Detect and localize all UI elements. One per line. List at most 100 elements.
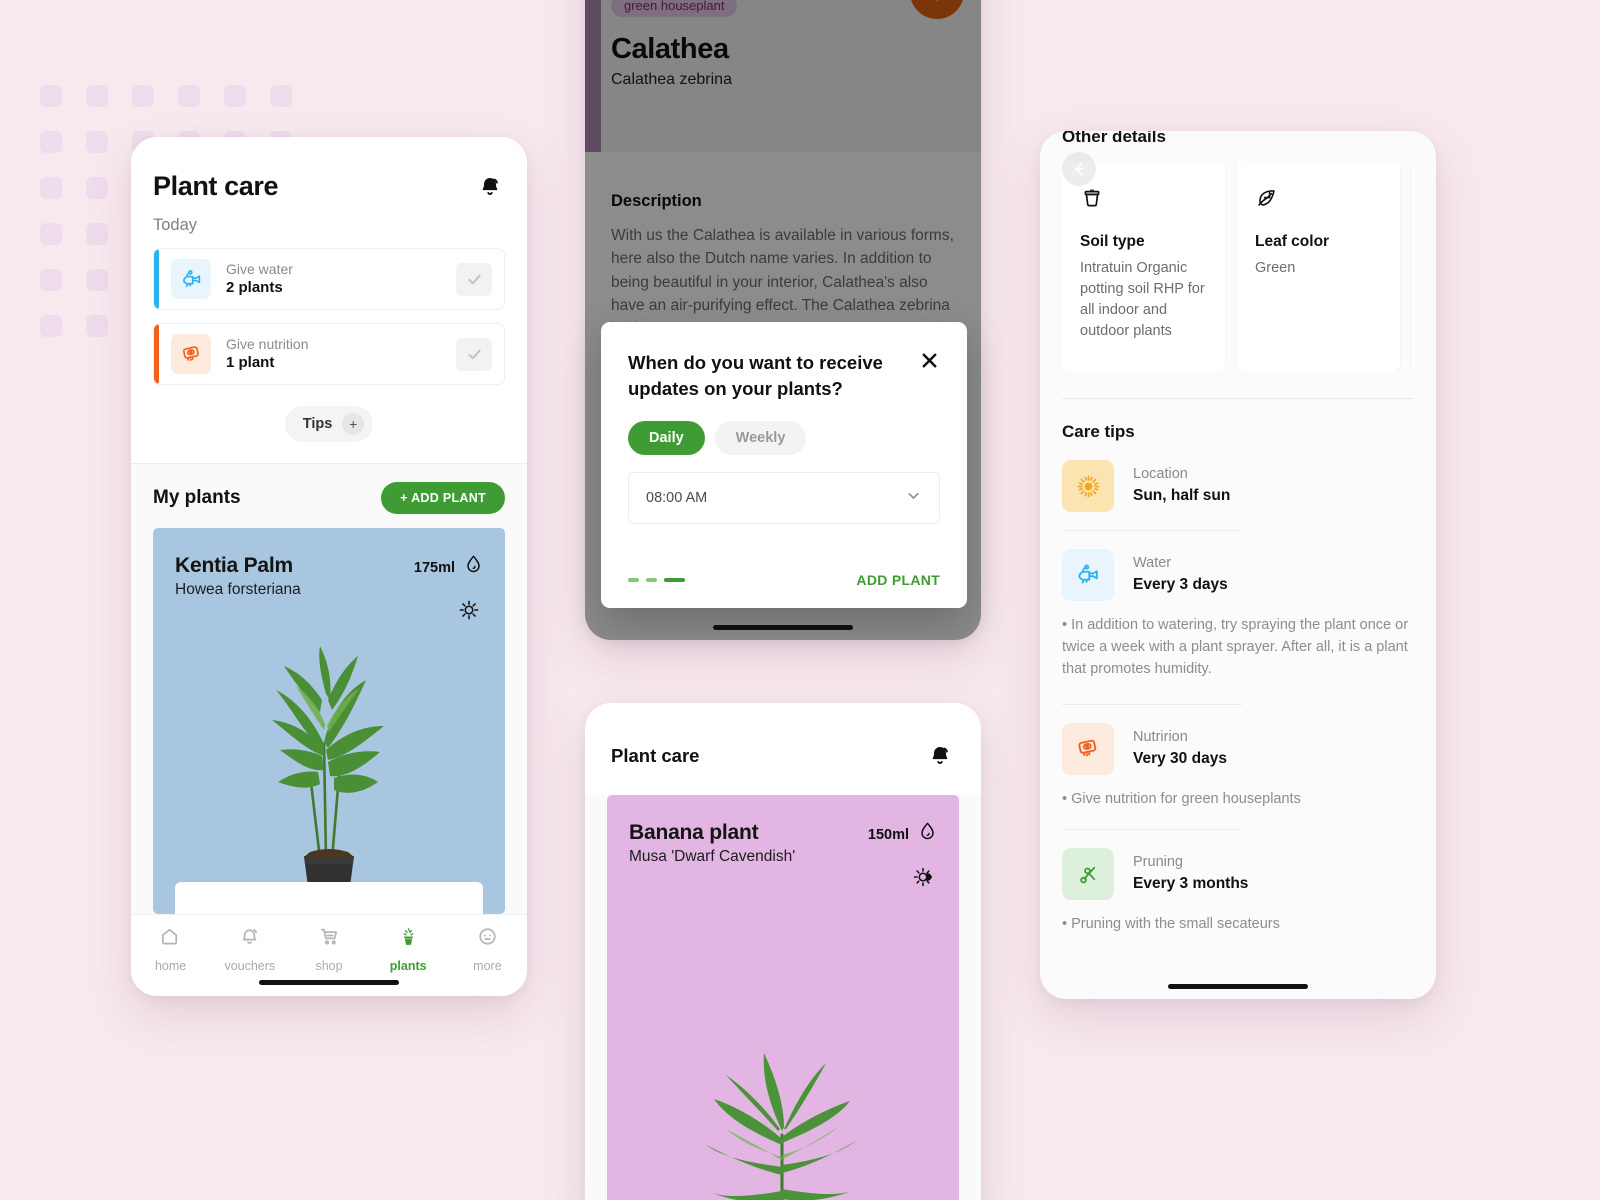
tab-label: plants	[389, 959, 427, 973]
care-tip-water[interactable]: Water Every 3 days	[1062, 549, 1414, 601]
phone-banana-screen: Plant care Banana plant Musa 'Dwarf Cave…	[585, 703, 981, 1200]
care-tip-label: Pruning	[1133, 854, 1183, 871]
other-details-card-row[interactable]: Soil type Intratuin Organic potting soil…	[1062, 161, 1414, 371]
care-tip-value: Sun, half sun	[1133, 486, 1231, 504]
divider	[1062, 829, 1242, 830]
phone-home-screen: Plant care Today Give water 2 plants Giv…	[131, 137, 527, 996]
sidebar-item-vouchers[interactable]: vouchers	[210, 925, 289, 973]
care-tip-location[interactable]: Location Sun, half sun	[1062, 460, 1414, 512]
care-tip-pruning[interactable]: Pruning Every 3 months	[1062, 848, 1414, 900]
detail-description-block: Description With us the Calathea is avai…	[585, 152, 981, 341]
plant-card-banana[interactable]: Banana plant Musa 'Dwarf Cavendish' 150m…	[607, 795, 959, 1200]
plant-card-kentia-palm[interactable]: Kentia Palm Howea forsteriana 175ml	[153, 528, 505, 914]
banana-header: Plant care	[585, 703, 981, 771]
water-drop-icon	[464, 554, 483, 581]
task-accent-bar	[154, 324, 159, 384]
divider	[1062, 704, 1242, 706]
potted-plant-icon	[397, 925, 420, 953]
care-tip-note: • Pruning with the small secateurs	[1062, 916, 1280, 932]
care-tip-text-group: Pruning Every 3 months	[1133, 853, 1248, 895]
description-heading: Description	[611, 192, 702, 210]
scissors-icon	[1062, 848, 1114, 900]
time-select[interactable]: 08:00 AM	[628, 472, 940, 525]
task-complete-checkbox[interactable]	[456, 262, 492, 296]
progress-dot	[646, 578, 657, 582]
plant-scientific-name: Calathea zebrina	[611, 71, 732, 88]
close-icon[interactable]	[919, 350, 940, 375]
task-value: 2 plants	[226, 279, 283, 296]
detail-card-value: Intratuin Organic potting soil RHP for a…	[1080, 260, 1205, 340]
task-complete-checkbox[interactable]	[456, 337, 492, 371]
detail-hero: green houseplant Calathea Calathea zebri…	[585, 0, 981, 152]
tab-label: shop	[315, 959, 343, 973]
sidebar-item-shop[interactable]: shop	[289, 925, 368, 973]
plant-pot-icon	[1080, 183, 1207, 213]
task-row-give-water[interactable]: Give water 2 plants	[153, 248, 505, 310]
bell-notification-icon[interactable]	[925, 741, 955, 771]
care-tip-note: • Give nutrition for green houseplants	[1062, 791, 1301, 808]
arrow-left-icon[interactable]	[1062, 152, 1096, 186]
face-more-icon	[476, 925, 499, 953]
water-amount: 150ml	[867, 826, 909, 843]
care-tip-note: • In addition to watering, try spraying …	[1062, 617, 1409, 677]
full-sun-icon	[414, 599, 483, 621]
leaf-icon	[1255, 183, 1382, 213]
sidebar-item-plants[interactable]: plants	[369, 925, 448, 973]
cart-icon	[318, 925, 341, 953]
plant-title: Calathea	[611, 33, 729, 65]
care-tip-text-group: Water Every 3 days	[1133, 554, 1228, 596]
detail-card-soil-type[interactable]: Soil type Intratuin Organic potting soil…	[1062, 161, 1225, 371]
my-plants-title: My plants	[153, 487, 241, 508]
care-tip-text-group: Nutririon Very 30 days	[1133, 728, 1227, 770]
banana-card-scroller[interactable]: Banana plant Musa 'Dwarf Cavendish' 150m…	[585, 795, 981, 1200]
tab-label: more	[473, 959, 502, 973]
step-progress-dots	[628, 578, 685, 582]
segment-weekly[interactable]: Weekly	[714, 421, 807, 456]
care-tip-nutrition[interactable]: Nutririon Very 30 days	[1062, 723, 1414, 776]
modal-title: When do you want to receive updates on y…	[628, 352, 883, 399]
plant-scientific-name: Musa 'Dwarf Cavendish'	[629, 848, 796, 865]
task-label: Give water	[226, 260, 293, 277]
care-tips-heading: Care tips	[1062, 422, 1135, 441]
detail-card-flower[interactable]: Fl N	[1412, 161, 1414, 371]
task-label: Give nutrition	[226, 335, 309, 352]
today-label: Today	[153, 216, 198, 234]
time-select-value: 08:00 AM	[646, 490, 708, 507]
detail-card-value: Green	[1255, 260, 1296, 276]
care-tip-value: Every 3 months	[1133, 874, 1249, 892]
divider	[1062, 530, 1242, 531]
plant-name: Kentia Palm	[175, 554, 294, 577]
segment-daily[interactable]: Daily	[628, 421, 705, 456]
tab-label: vouchers	[224, 959, 276, 973]
sidebar-item-more[interactable]: more	[448, 925, 527, 973]
detail-card-title: Soil type	[1080, 233, 1145, 250]
plant-photo-banana	[607, 880, 959, 1200]
detail-card-leaf-color[interactable]: Leaf color Green	[1237, 161, 1400, 371]
sidebar-item-home[interactable]: home	[131, 925, 210, 973]
task-accent-bar	[154, 249, 159, 309]
hero-accent-stripe	[585, 0, 601, 152]
progress-dot	[628, 578, 639, 582]
home-indicator	[713, 625, 853, 630]
care-tip-value: Very 30 days	[1133, 750, 1227, 768]
care-tip-value: Every 3 days	[1133, 575, 1228, 593]
tips-label: Tips	[302, 416, 333, 432]
detail-card-title: Leaf color	[1255, 233, 1330, 250]
task-row-give-nutrition[interactable]: Give nutrition 1 plant	[153, 323, 505, 385]
bell-notification-icon[interactable]	[475, 172, 505, 202]
task-value: 1 plant	[226, 354, 275, 371]
water-amount: 175ml	[413, 559, 455, 576]
home-indicator	[1168, 984, 1308, 989]
plant-name: Banana plant	[629, 821, 759, 844]
bell-icon	[238, 925, 261, 953]
home-indicator	[259, 980, 399, 985]
plant-card-scroller[interactable]: Kentia Palm Howea forsteriana 175ml	[131, 528, 527, 914]
care-tip-label: Location	[1133, 466, 1188, 483]
modal-add-plant-button[interactable]: ADD PLANT	[856, 572, 940, 588]
plus-icon[interactable]: +	[342, 413, 365, 435]
tips-button[interactable]: Tips +	[284, 406, 374, 442]
other-details-heading: Other details	[1062, 131, 1166, 146]
tab-label: home	[154, 959, 187, 973]
add-plant-button[interactable]: + ADD PLANT	[381, 482, 505, 514]
divider	[1062, 398, 1414, 399]
